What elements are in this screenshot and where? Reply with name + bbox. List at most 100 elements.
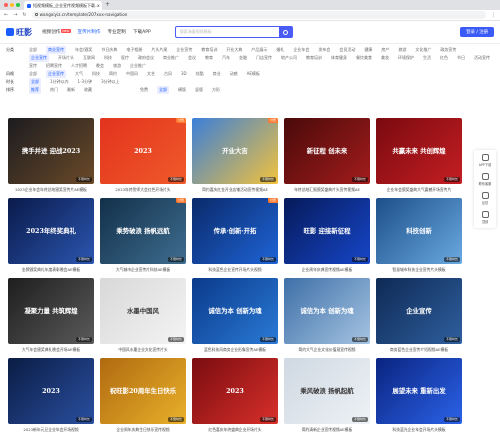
new-tab-icon[interactable]: + — [105, 0, 110, 10]
filter-option[interactable]: 开场片头 — [58, 54, 74, 62]
template-card[interactable]: 展望未来 重新出发 不限时长 科技蓝光企业年会开场片头模板 — [376, 358, 462, 435]
filter-option[interactable]: 竖版 — [195, 86, 203, 94]
filter-option[interactable]: 商业宣传 — [46, 46, 66, 54]
filter-option[interactable]: 会员活动 — [339, 46, 355, 54]
filter-option[interactable]: 体育健身 — [331, 54, 347, 62]
filter-option[interactable]: 文化推广 — [415, 46, 431, 54]
minimize-window-icon[interactable] — [10, 3, 14, 7]
template-thumbnail[interactable]: 携手并进 迎战2023 不限时长 — [8, 118, 94, 184]
template-card[interactable]: 共赢未来 共创辉煌 不限时长 企业年会颁奖盛典大气震撼开场宣传片 — [376, 118, 462, 195]
url-field[interactable]: wangxiyiz.cn/template/207xxx-navigation — [31, 11, 486, 19]
filter-option[interactable]: 招聘宣传 — [46, 62, 62, 70]
filter-option[interactable]: 最新 — [67, 86, 75, 94]
filter-option[interactable]: 旅游 — [398, 46, 406, 54]
nav-item-custom[interactable]: 专业定制 — [107, 29, 125, 35]
filter-option[interactable]: 炫酷 — [196, 70, 204, 78]
filter-option[interactable]: 金融 — [239, 54, 247, 62]
filter-option[interactable]: 环境保护 — [398, 54, 414, 62]
filter-option[interactable]: 人才招聘 — [71, 62, 87, 70]
filter-option[interactable]: 古风 — [164, 70, 172, 78]
menu-icon[interactable]: ⋮ — [491, 12, 496, 18]
filter-option[interactable]: 科技 — [92, 70, 100, 78]
filter-option[interactable]: 1-3分钟 — [78, 78, 93, 86]
browser-tab[interactable]: 短视频模板_企业宣传视频模板下载... × — [24, 1, 102, 10]
filter-option[interactable]: 节日庆典 — [101, 46, 117, 54]
template-thumbnail[interactable]: 2023 不限时长 — [192, 358, 278, 424]
template-thumbnail[interactable]: 诚信为本 创新为魂 不限时长 — [284, 278, 370, 344]
template-thumbnail[interactable]: 2023 付费 不限时长 — [100, 118, 186, 184]
template-card[interactable]: 诚信为本 创新为魂 不限时长 蓝色科技风商务企业形象宣传AE模板 — [192, 278, 278, 355]
template-card[interactable]: 传承·创新·开拓 付费 不限时长 科技蓝色企业宣传开场片头视频 — [192, 198, 278, 275]
filter-option[interactable]: 政务宣传 — [440, 46, 456, 54]
filter-option[interactable]: 3D — [181, 70, 187, 78]
filter-option[interactable]: 企业宣传 — [176, 46, 192, 54]
filter-option[interactable]: 政府会议 — [138, 54, 154, 62]
filter-option[interactable]: 商业 — [213, 70, 221, 78]
filter-option[interactable]: 文艺 — [147, 70, 155, 78]
site-logo[interactable]: 旺影 — [6, 27, 34, 38]
filter-option[interactable]: 全部 — [29, 70, 37, 78]
filter-option[interactable]: 全部 — [157, 86, 169, 94]
template-card[interactable]: 企业宣传 不限时长 商务蓝色企业宣传介绍视频AE模板 — [376, 278, 462, 355]
filter-option[interactable]: 中国风 — [126, 70, 138, 78]
filter-option[interactable]: 教育培训 — [201, 46, 217, 54]
filter-option[interactable]: 生活 — [423, 54, 431, 62]
template-card[interactable]: 2023 不限时长 2023新年元旦企业年会开场视频 — [8, 358, 94, 435]
filter-option[interactable]: 全部 — [29, 78, 41, 86]
filter-option[interactable]: 节日 — [457, 54, 465, 62]
filter-option[interactable]: 科技 — [104, 54, 112, 62]
filter-option[interactable]: 健康 — [364, 46, 372, 54]
filter-option[interactable]: 开业大典 — [226, 46, 242, 54]
filter-option[interactable]: 会议 — [188, 54, 196, 62]
template-thumbnail[interactable]: 诚信为本 创新为魂 不限时长 — [192, 278, 278, 344]
side-item[interactable]: 顶部 — [481, 211, 489, 224]
filter-option[interactable]: 地产公司 — [281, 54, 297, 62]
template-card[interactable]: 凝聚力量 共筑辉煌 不限时长 大气年会颁奖典礼晚会开场AE模板 — [8, 278, 94, 355]
filter-option[interactable]: 婚礼 — [276, 46, 284, 54]
filter-option[interactable]: 大气 — [75, 70, 83, 78]
filter-option[interactable]: 动感 — [230, 70, 238, 78]
filter-option[interactable]: 商业推广 — [163, 54, 179, 62]
template-card[interactable]: 2023年终奖典礼 不限时长 金牌颁奖典礼年度表彰晚会AE模板 — [8, 198, 94, 275]
template-card[interactable]: 携手并进 迎战2023 不限时长 2023企业年会年终总结颁奖宣传片AE模板 — [8, 118, 94, 195]
nav-item-create[interactable]: 视频创作 NEW — [42, 29, 71, 35]
filter-option[interactable]: 电子相册 — [126, 46, 142, 54]
template-card[interactable]: 2023 不限时长 红色喜庆年终盛典企业开场片头 — [192, 358, 278, 435]
side-item[interactable]: 联系客服 — [479, 173, 491, 186]
filter-option[interactable]: 教育 — [205, 54, 213, 62]
filter-option[interactable]: 红色 — [440, 54, 448, 62]
login-button[interactable]: 登录 / 注册 — [460, 27, 494, 37]
template-thumbnail[interactable]: 开业大吉 付费 不限时长 — [192, 118, 278, 184]
filter-option[interactable]: 热门 — [50, 86, 58, 94]
filter-option[interactable]: 横版 — [178, 86, 186, 94]
template-thumbnail[interactable]: 2023 不限时长 — [8, 358, 94, 424]
filter-option[interactable]: 发布会 — [318, 46, 330, 54]
filter-option[interactable]: 医疗 — [121, 54, 129, 62]
template-thumbnail[interactable]: 新征程 创未来 不限时长 — [284, 118, 370, 184]
search-button[interactable] — [278, 26, 293, 38]
filter-option[interactable]: 年会/颁奖 — [75, 46, 92, 54]
template-card[interactable]: 水墨中国风 不限时长 中国风水墨企业文化宣传片头 — [100, 278, 186, 355]
template-card[interactable]: 开业大吉 付费 不限时长 简约喜庆红金开业店铺活动宣传视频AE — [192, 118, 278, 195]
filter-option[interactable]: 餐饮美食 — [356, 54, 372, 62]
filter-option[interactable]: 企业年会 — [293, 46, 309, 54]
template-card[interactable]: 科技创新 不限时长 智慧城市科技企业宣传片头模板 — [376, 198, 462, 275]
maximize-window-icon[interactable] — [16, 3, 20, 7]
filter-option[interactable]: 方形 — [212, 86, 220, 94]
filter-option[interactable]: 活动宣传 — [474, 54, 490, 62]
filter-option[interactable]: 片头片尾 — [151, 46, 167, 54]
filter-option[interactable]: 旅游 — [113, 62, 121, 70]
template-thumbnail[interactable]: 共赢未来 共创辉煌 不限时长 — [376, 118, 462, 184]
filter-option[interactable]: AE模板 — [247, 70, 260, 78]
filter-option[interactable]: 收藏 — [84, 86, 92, 94]
template-thumbnail[interactable]: 传承·创新·开拓 付费 不限时长 — [192, 198, 278, 264]
filter-option[interactable]: 房产 — [381, 46, 389, 54]
filter-option[interactable]: 互联网 — [83, 54, 95, 62]
filter-option[interactable]: 晚会 — [96, 62, 104, 70]
template-card[interactable]: 2023 付费 不限时长 2023年终誓师大会红色开场片头 — [100, 118, 186, 195]
filter-option[interactable]: 简约 — [109, 70, 117, 78]
filter-option[interactable]: 推荐 — [29, 86, 41, 94]
back-icon[interactable]: ← — [4, 12, 8, 18]
search-input[interactable]: 搜索海量视频模板 — [174, 26, 279, 38]
filter-option[interactable]: 全部 — [29, 46, 37, 54]
